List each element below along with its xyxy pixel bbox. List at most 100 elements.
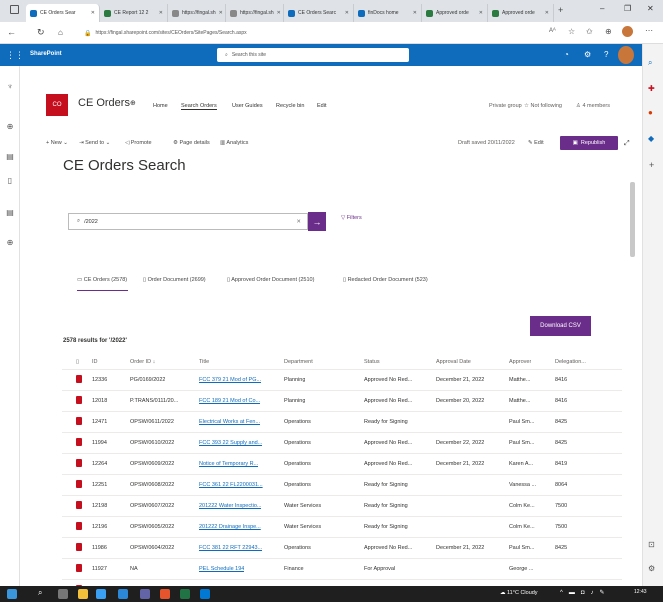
table-row[interactable]: 12471 OPSW/0611/2022 Electrical Works at F… — [62, 412, 622, 433]
extensions-icon[interactable]: ⊕ — [605, 27, 612, 36]
column-header-id[interactable]: ID — [92, 359, 98, 365]
weather-widget[interactable]: ☁ 11°C Cloudy — [500, 590, 538, 596]
send-to-button[interactable]: ⇥ Send to ⌄ — [79, 140, 110, 146]
table-row[interactable]: 12196 OPSW/0605/2022 201222 Drainage Inspe… — [62, 517, 622, 538]
table-row[interactable]: 12018 P.TRANS/0111/20... FCC 189 21 Mod of… — [62, 391, 622, 412]
cell-title[interactable]: FCC 381 22 RFT 22943... — [199, 545, 262, 551]
cell-title[interactable]: FCC 393 22 Supply and... — [199, 440, 262, 446]
gear-icon[interactable]: ⚙ — [648, 564, 655, 573]
sidebar-settings-icon[interactable]: ⊡ — [648, 540, 655, 549]
more-options-icon[interactable]: ⋯ — [645, 26, 653, 35]
help-icon[interactable]: ? — [604, 50, 608, 59]
table-row[interactable]: 11986 OPSW/0604/2022 FCC 381 22 RFT 22943.… — [62, 538, 622, 559]
search-submit-button[interactable]: → — [308, 212, 326, 231]
cell-title[interactable]: PEL Schedule 194 — [199, 566, 244, 572]
search-icon[interactable]: ⌕ — [38, 588, 42, 598]
site-logo[interactable]: CO — [46, 94, 68, 116]
nav-user-guides[interactable]: User Guides — [232, 103, 263, 109]
members-button[interactable]: ♙ 4 members — [576, 103, 610, 109]
tab-approved-order-document[interactable]: ▯ Approved Order Document (2510) — [227, 277, 314, 283]
column-header-department[interactable]: Department — [284, 359, 313, 365]
close-tab-icon[interactable]: ✕ — [542, 10, 549, 16]
user-avatar[interactable] — [618, 46, 634, 64]
edge-icon[interactable] — [118, 589, 128, 599]
file-icon[interactable]: ▯ — [5, 176, 15, 186]
search-icon[interactable]: ⌕ — [648, 58, 652, 68]
filters-button[interactable]: ▽ Filters — [341, 215, 362, 221]
column-header-status[interactable]: Status — [364, 359, 380, 365]
outlook-icon[interactable] — [200, 589, 210, 599]
new-tab-icon[interactable]: + — [558, 5, 563, 15]
cell-title[interactable]: 201222 Water Inspectio... — [199, 503, 261, 509]
table-row[interactable]: 11927 NA PEL Schedule 194 Finance For Approv… — [62, 559, 622, 580]
page-details-button[interactable]: ⚙ Page details — [173, 140, 210, 146]
close-window-icon[interactable]: ✕ — [647, 4, 654, 13]
cell-title[interactable]: FCC 361 22 FL2200031... — [199, 482, 263, 488]
notifications-icon[interactable]: ◔ — [564, 50, 569, 59]
expand-icon[interactable]: ⤢ — [624, 140, 630, 148]
nav-recycle-bin[interactable]: Recycle bin — [276, 103, 304, 109]
edit-button[interactable]: ✎ Edit — [528, 140, 544, 146]
cell-title[interactable]: FCC 189 21 Mod of Co... — [199, 398, 260, 404]
shopping-icon[interactable]: ✚ — [648, 84, 655, 93]
follow-button[interactable]: ☆ Not following — [524, 103, 562, 109]
browser-tab[interactable]: https://fingal.sh ✕ — [226, 4, 284, 22]
clock[interactable]: 12:43 — [634, 589, 647, 595]
cell-title[interactable]: Electrical Works at Fen... — [199, 419, 260, 425]
activity-icon[interactable]: ♆ — [5, 82, 15, 92]
table-row[interactable]: 12264 OPSW/0609/2022 Notice of Temporary R… — [62, 454, 622, 475]
favorites-icon[interactable]: ✩ — [586, 27, 593, 36]
teams-icon[interactable] — [96, 589, 106, 599]
close-tab-icon[interactable]: ✕ — [88, 10, 95, 16]
outlook-icon[interactable]: ◆ — [648, 134, 654, 143]
browser-tab[interactable]: Approved orde ✕ — [422, 4, 488, 22]
back-icon[interactable]: ← — [7, 27, 16, 37]
close-tab-icon[interactable]: ✕ — [274, 10, 281, 16]
close-tab-icon[interactable]: ✕ — [476, 10, 483, 16]
powerpoint-icon[interactable] — [160, 589, 170, 599]
refresh-icon[interactable]: ↻ — [37, 27, 45, 38]
browser-tab[interactable]: CE Orders Searc ✕ — [284, 4, 354, 22]
system-tray-icons[interactable]: ^▬◘♪✎ — [560, 589, 610, 596]
profile-avatar[interactable] — [622, 26, 633, 37]
app-name[interactable]: SharePoint — [30, 51, 62, 57]
create-icon[interactable]: ⊕ — [5, 238, 15, 248]
app-icon[interactable] — [140, 589, 150, 599]
tab-ce-orders[interactable]: ▭ CE Orders (2578) — [77, 277, 127, 283]
browser-tab[interactable]: finDocs home ✕ — [354, 4, 422, 22]
cell-title[interactable]: FCC 379 21 Mod of PG... — [199, 377, 261, 383]
office-icon[interactable]: ● — [648, 108, 653, 117]
republish-button[interactable]: ▣ Republish — [560, 136, 618, 150]
new-button[interactable]: + New ⌄ — [46, 140, 68, 146]
column-header-approver[interactable]: Approver — [509, 359, 531, 365]
page-scrollbar[interactable] — [630, 182, 635, 257]
clear-icon[interactable]: ✕ — [296, 219, 301, 225]
excel-icon[interactable] — [180, 589, 190, 599]
cell-title[interactable]: Notice of Temporary R... — [199, 461, 258, 467]
table-row[interactable]: 12251 OPSW/0608/2022 FCC 361 22 FL2200031.… — [62, 475, 622, 496]
site-title[interactable]: CE Orders — [78, 97, 130, 109]
add-icon[interactable]: + — [649, 160, 654, 170]
file-type-column-icon[interactable]: ▯ — [76, 359, 79, 365]
tab-redacted-order-document[interactable]: ▯ Redacted Order Document (523) — [343, 277, 428, 283]
browser-tab[interactable]: CE Orders Sear ✕ — [26, 4, 100, 22]
table-row[interactable]: 12198 OPSW/0607/2022 201222 Water Inspecti… — [62, 496, 622, 517]
url-field[interactable]: 🔒 https://fingal.sharepoint.com/sites/CE… — [84, 27, 524, 39]
close-tab-icon[interactable]: ✕ — [342, 10, 349, 16]
column-header-title[interactable]: Title — [199, 359, 209, 365]
close-tab-icon[interactable]: ✕ — [216, 10, 223, 16]
nav-home[interactable]: Home — [153, 103, 168, 109]
window-menu-icon[interactable] — [10, 5, 19, 14]
settings-icon[interactable]: ⚙ — [584, 50, 591, 59]
app-launcher-icon[interactable]: ⋮⋮ — [6, 50, 24, 61]
home-icon[interactable]: ⌂ — [58, 28, 63, 37]
nav-search-orders[interactable]: Search Orders — [181, 103, 217, 110]
column-header-approval-date[interactable]: Approval Date — [436, 359, 471, 365]
close-tab-icon[interactable]: ✕ — [156, 10, 163, 16]
favorite-icon[interactable]: ☆ — [568, 27, 575, 36]
cell-title[interactable]: 201222 Drainage Inspe... — [199, 524, 261, 530]
start-icon[interactable] — [7, 589, 17, 599]
browser-tab[interactable]: https://fingal.sh ✕ — [168, 4, 226, 22]
download-csv-button[interactable]: Download CSV — [530, 316, 591, 336]
site-search-input[interactable]: ⌕ Search this site — [217, 48, 409, 62]
